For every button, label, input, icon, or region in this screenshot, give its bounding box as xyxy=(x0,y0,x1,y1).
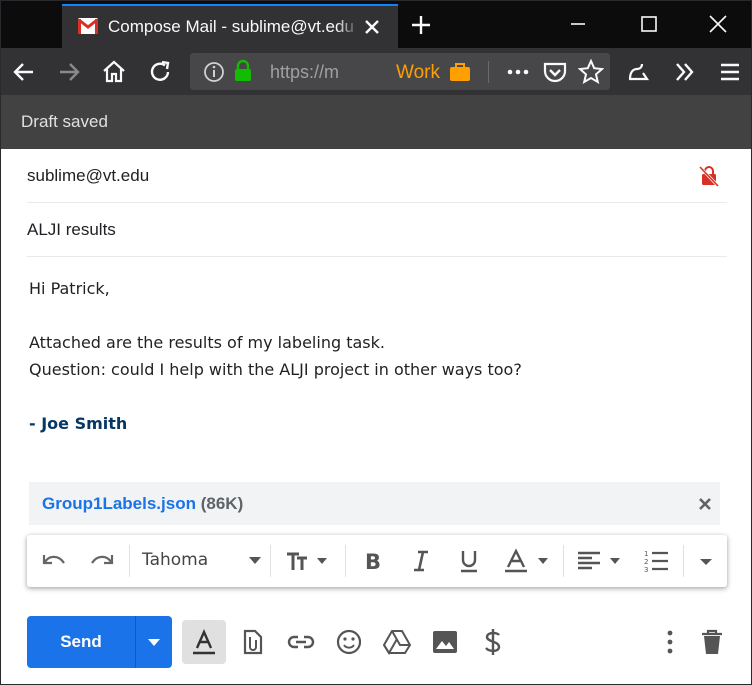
undo-icon[interactable] xyxy=(41,548,67,574)
overflow-chevron-icon[interactable] xyxy=(672,59,698,85)
svg-text:B: B xyxy=(365,550,381,574)
more-options-icon[interactable] xyxy=(655,627,685,657)
numbered-list-icon[interactable]: 1 2 3 xyxy=(643,548,669,574)
toolbar-separator xyxy=(345,545,346,577)
body-line: Question: could I help with the ALJI pro… xyxy=(29,360,522,379)
body-line xyxy=(29,383,719,410)
body-line xyxy=(29,302,719,329)
container-label: Work xyxy=(396,62,440,83)
to-recipient[interactable]: sublime@vt.edu xyxy=(27,166,149,186)
bold-icon[interactable]: B xyxy=(361,548,387,574)
formatting-options-toggle[interactable] xyxy=(182,620,226,664)
reload-icon[interactable] xyxy=(147,59,173,85)
font-family-value: Tahoma xyxy=(142,550,209,570)
discard-draft-icon[interactable] xyxy=(697,627,727,657)
briefcase-icon xyxy=(450,63,470,81)
chevron-down-icon xyxy=(249,557,261,564)
hamburger-menu-icon[interactable] xyxy=(717,59,743,85)
tab-compose-mail[interactable]: Compose Mail - sublime@vt.edu xyxy=(62,4,398,48)
more-formatting-icon[interactable] xyxy=(693,548,719,574)
confidential-mode-icon[interactable] xyxy=(699,165,719,187)
maximize-icon[interactable] xyxy=(638,13,660,35)
text-color-icon[interactable] xyxy=(503,548,553,574)
browser-window: Compose Mail - sublime@vt.edu https://m … xyxy=(0,0,752,685)
bookmark-star-icon[interactable] xyxy=(578,59,604,85)
subject-field-row[interactable]: ALJI results xyxy=(27,203,727,257)
send-money-icon[interactable] xyxy=(478,627,508,657)
gmail-icon xyxy=(78,18,98,34)
attach-file-icon[interactable] xyxy=(238,627,268,657)
send-button-group: Send xyxy=(27,616,172,668)
forward-icon[interactable] xyxy=(56,59,82,85)
google-drive-icon[interactable] xyxy=(382,627,412,657)
redo-icon[interactable] xyxy=(89,548,115,574)
account-icon[interactable] xyxy=(625,59,651,85)
close-tab-icon[interactable] xyxy=(362,17,382,37)
lock-icon[interactable] xyxy=(232,59,254,83)
compose-panel: sublime@vt.edu ALJI results Hi Patrick, … xyxy=(1,149,751,684)
signature: - Joe Smith xyxy=(29,414,128,433)
tab-bar: Compose Mail - sublime@vt.edu xyxy=(1,1,751,48)
page-actions-icon[interactable] xyxy=(506,62,530,82)
formatting-toolbar: Tahoma B 1 2 3 xyxy=(27,535,727,587)
close-window-icon[interactable] xyxy=(707,13,729,35)
tab-title: Compose Mail - sublime@vt.edu xyxy=(108,17,360,37)
body-line: Attached are the results of my labeling … xyxy=(29,333,385,352)
navigation-bar: https://m Work xyxy=(1,48,751,95)
toolbar-separator xyxy=(270,545,271,577)
emoji-icon[interactable] xyxy=(334,627,364,657)
send-button[interactable]: Send xyxy=(27,616,135,668)
remove-attachment-icon[interactable] xyxy=(697,496,713,512)
info-icon[interactable] xyxy=(202,60,226,84)
toolbar-separator xyxy=(683,545,684,577)
text-format-icon xyxy=(193,629,215,655)
back-icon[interactable] xyxy=(11,59,37,85)
attachment-chip[interactable]: Group1Labels.json (86K) xyxy=(29,482,720,525)
underline-icon[interactable] xyxy=(456,548,482,574)
compose-status-bar: Draft saved xyxy=(1,95,751,149)
attachment-size: (86K) xyxy=(200,494,244,513)
draft-status: Draft saved xyxy=(21,112,108,131)
url-text: https://m xyxy=(270,62,340,82)
new-tab-icon[interactable] xyxy=(409,13,433,37)
svg-text:1: 1 xyxy=(644,550,648,558)
subject-value[interactable]: ALJI results xyxy=(27,220,116,240)
home-icon[interactable] xyxy=(101,59,127,85)
italic-icon[interactable] xyxy=(408,548,434,574)
attachment-name[interactable]: Group1Labels.json (86K) xyxy=(42,494,243,514)
toolbar-separator xyxy=(563,545,564,577)
schedule-send-icon[interactable] xyxy=(136,616,172,668)
insert-link-icon[interactable] xyxy=(286,627,316,657)
url-separator xyxy=(488,61,489,83)
svg-text:3: 3 xyxy=(644,566,648,574)
align-icon[interactable] xyxy=(575,548,625,574)
svg-text:2: 2 xyxy=(644,558,648,566)
pocket-icon[interactable] xyxy=(542,60,568,84)
font-size-icon[interactable] xyxy=(285,548,331,574)
font-family-select[interactable]: Tahoma xyxy=(129,535,265,587)
body-line: Hi Patrick, xyxy=(29,279,110,298)
to-field-row[interactable]: sublime@vt.edu xyxy=(27,149,727,203)
url-bar[interactable]: https://m Work xyxy=(190,53,610,90)
minimize-icon[interactable] xyxy=(567,13,589,35)
message-body[interactable]: Hi Patrick, Attached are the results of … xyxy=(29,275,719,437)
insert-photo-icon[interactable] xyxy=(430,627,460,657)
